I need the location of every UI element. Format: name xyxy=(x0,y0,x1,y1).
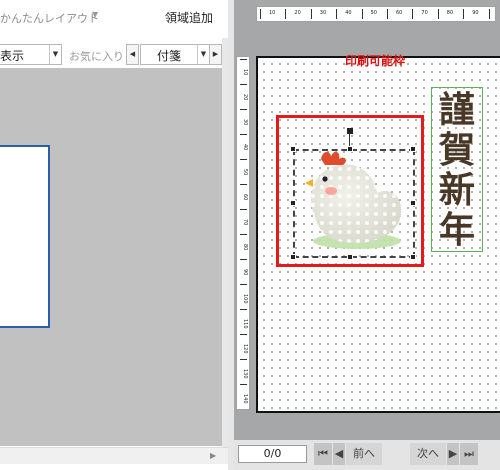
favorites-label[interactable]: お気に入り xyxy=(69,48,124,64)
ruler-label: 50 xyxy=(370,10,377,16)
ruler-label: 80 xyxy=(242,244,248,251)
ruler-label: 120 xyxy=(242,344,248,354)
ruler-tick xyxy=(361,9,363,19)
next-triangle-button[interactable]: ▶ xyxy=(447,443,459,465)
ruler-label: 130 xyxy=(242,369,248,379)
ruler-tick xyxy=(240,184,247,185)
prev-page-button[interactable]: 前へ xyxy=(346,443,382,465)
fusen-dropdown-value: 付箋 xyxy=(157,49,182,63)
first-page-button[interactable]: ⏮ xyxy=(314,443,332,465)
last-page-button[interactable]: ⏭ xyxy=(460,443,478,465)
fusen-prev-button[interactable]: ◀ xyxy=(126,44,139,65)
triangle-left-icon: ◀ xyxy=(334,447,344,460)
greeting-text-box[interactable]: 謹賀新年 xyxy=(431,87,483,252)
ruler-tick xyxy=(240,59,247,60)
ruler-tick xyxy=(240,309,247,310)
rotate-handle[interactable] xyxy=(347,128,353,134)
ruler-label: 40 xyxy=(345,10,352,16)
display-dropdown[interactable]: 表示 ▼ xyxy=(0,44,62,65)
triangle-left-icon: ◀ xyxy=(129,50,136,58)
greeting-text: 謹賀新年 xyxy=(438,89,475,251)
ruler-tick xyxy=(240,234,247,235)
pager-bar: 0/0 ⏮ ◀ 前へ 次へ ▶ ⏭ xyxy=(234,440,500,470)
prev-triangle-button[interactable]: ◀ xyxy=(333,443,345,465)
ruler-label: 100 xyxy=(242,294,248,304)
ruler-label: 60 xyxy=(242,194,248,201)
rooster-illustration[interactable] xyxy=(291,147,411,257)
ruler-tick xyxy=(387,9,388,19)
left-horizontal-scrollbar[interactable]: ▶ xyxy=(0,447,228,464)
ruler-label: 30 xyxy=(319,10,327,16)
ruler-tick xyxy=(285,9,287,19)
display-dropdown-value: 表示 xyxy=(0,49,25,63)
scroll-right-icon[interactable]: ▶ xyxy=(210,451,216,460)
left-ruler: 10 20 30 40 50 60 70 80 90 100 110 120 130 140 xyxy=(236,56,250,410)
fusen-dropdown[interactable]: 付箋 ▼ xyxy=(140,44,210,65)
last-page-icon: ⏭ xyxy=(464,447,474,460)
thumbnail-area xyxy=(0,68,222,446)
ruler-label: 60 xyxy=(396,10,403,16)
ruler-label: 20 xyxy=(242,94,248,101)
editor-pane: 10 20 30 40 50 60 70 80 90 10 20 30 40 50 60 70 80 90 100… xyxy=(234,0,500,470)
secondary-toolbar: 表示 ▼ お気に入り ◀ 付箋 ▼ ▶ xyxy=(0,44,228,66)
ruler-tick xyxy=(463,9,465,19)
ruler-label: 20 xyxy=(294,10,301,16)
ruler-tick xyxy=(240,259,247,260)
left-pane: かんたんレイアウト ▼ 領域追加 表示 ▼ お気に入り ◀ 付箋 ▼ ▶ ▶ xyxy=(0,0,228,470)
ruler-label: 10 xyxy=(242,69,248,76)
triangle-right-icon: ▶ xyxy=(212,50,219,58)
ruler-label: 40 xyxy=(242,144,248,151)
ruler-label: 30 xyxy=(242,119,248,126)
ruler-label: 140 xyxy=(242,394,248,404)
ruler-tick xyxy=(240,109,247,110)
ruler-label: 70 xyxy=(421,10,428,16)
ruler-tick xyxy=(240,359,247,360)
ruler-tick xyxy=(240,284,247,285)
ruler-tick xyxy=(240,134,247,135)
page-canvas[interactable]: 印刷可能枠 謹賀新年 xyxy=(256,54,500,413)
triangle-right-icon: ▶ xyxy=(448,447,458,460)
printable-area-label: 印刷可能枠 xyxy=(345,54,406,68)
ruler-tick xyxy=(240,209,247,210)
chevron-down-icon[interactable]: ▼ xyxy=(92,10,98,19)
top-ruler: 10 20 30 40 50 60 70 80 90 xyxy=(256,6,496,22)
ruler-label: 10 xyxy=(269,10,276,16)
page-thumbnail[interactable] xyxy=(0,145,50,328)
ruler-tick xyxy=(336,9,338,19)
chevron-down-icon[interactable]: ▼ xyxy=(197,45,209,64)
fusen-next-button[interactable]: ▶ xyxy=(209,44,222,65)
top-toolbar: かんたんレイアウト ▼ 領域追加 xyxy=(0,0,228,38)
chevron-down-icon[interactable]: ▼ xyxy=(49,45,61,64)
next-page-button[interactable]: 次へ xyxy=(410,443,446,465)
ruler-label: 70 xyxy=(242,219,248,226)
ruler-label: 50 xyxy=(242,169,248,176)
ruler-tick xyxy=(240,334,247,335)
ruler-label: 80 xyxy=(446,10,454,16)
ruler-tick xyxy=(412,9,414,19)
ruler-label: 90 xyxy=(472,10,479,16)
ruler-tick xyxy=(240,159,247,160)
selection-frame[interactable] xyxy=(276,115,424,267)
ruler-tick xyxy=(260,9,261,19)
area-add-button[interactable]: 領域追加 xyxy=(165,9,213,26)
ruler-tick xyxy=(240,384,247,385)
ruler-label: 110 xyxy=(242,319,248,329)
page-indicator: 0/0 xyxy=(238,445,307,463)
ruler-tick xyxy=(310,9,312,19)
ruler-tick xyxy=(488,9,490,19)
ruler-label: 90 xyxy=(242,269,248,276)
ruler-tick xyxy=(437,9,439,19)
easy-layout-menu[interactable]: かんたんレイアウト xyxy=(0,10,99,26)
first-page-icon: ⏮ xyxy=(318,447,328,460)
ruler-tick xyxy=(240,84,247,85)
